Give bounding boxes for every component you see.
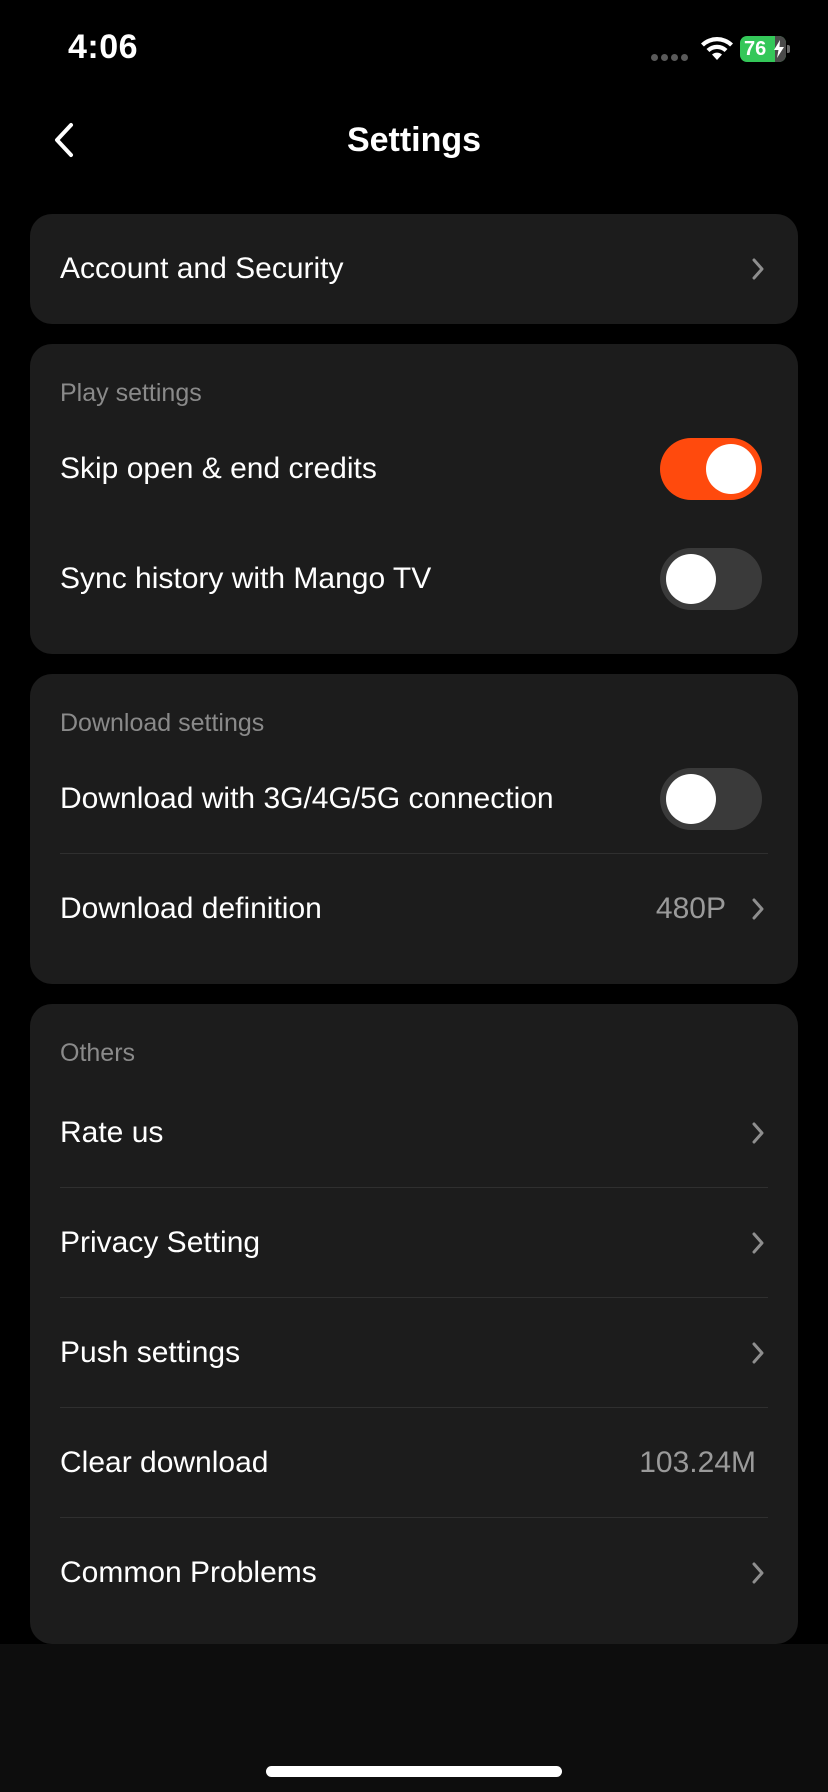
common-problems-row[interactable]: Common Problems [30,1518,798,1628]
toggle-knob [666,554,716,604]
charging-bolt-icon [774,40,784,58]
skip-credits-row: Skip open & end credits [30,414,798,524]
download-definition-label: Download definition [60,892,322,925]
sync-history-row: Sync history with Mango TV [30,524,798,634]
battery-level: 76 [744,38,767,60]
skip-credits-toggle[interactable] [660,438,762,500]
section-label-others: Others [60,1039,136,1067]
chevron-right-icon [752,1342,764,1364]
account-security-row[interactable]: Account and Security [30,214,798,324]
chevron-right-icon [752,1232,764,1254]
section-label-play: Play settings [60,379,202,407]
download-settings-card: Download settings Download with 3G/4G/5G… [30,674,798,984]
account-card: Account and Security [30,214,798,324]
common-problems-label: Common Problems [60,1556,317,1589]
privacy-setting-row[interactable]: Privacy Setting [30,1188,798,1298]
chevron-right-icon [752,898,764,920]
cellular-download-label: Download with 3G/4G/5G connection [60,782,554,815]
chevron-right-icon [752,1562,764,1584]
rate-us-row[interactable]: Rate us [30,1078,798,1188]
battery-icon: 76 [740,36,790,62]
chevron-right-icon [752,1122,764,1144]
toggle-knob [666,774,716,824]
cellular-download-row: Download with 3G/4G/5G connection [30,744,798,854]
download-definition-row[interactable]: Download definition 480P [30,854,798,964]
home-indicator[interactable] [266,1766,562,1777]
play-settings-card: Play settings Skip open & end credits Sy… [30,344,798,654]
sync-history-toggle[interactable] [660,548,762,610]
cellular-signal-icon [651,54,688,61]
clear-download-label: Clear download [60,1446,269,1479]
push-settings-label: Push settings [60,1336,241,1369]
status-bar: 4:06 76 [0,0,828,100]
status-time: 4:06 [68,28,139,66]
account-security-label: Account and Security [60,252,344,285]
sync-history-label: Sync history with Mango TV [60,562,432,595]
wifi-icon [701,37,733,60]
section-label-download: Download settings [60,709,265,737]
page-title: Settings [346,121,482,159]
push-settings-row[interactable]: Push settings [30,1298,798,1408]
others-card: Others Rate us Privacy Setting Push sett… [30,1004,798,1644]
clear-download-size: 103.24M [639,1446,756,1479]
skip-credits-label: Skip open & end credits [60,452,377,485]
chevron-right-icon [752,258,764,280]
rate-us-label: Rate us [60,1116,164,1149]
toggle-knob [706,444,756,494]
clear-download-row[interactable]: Clear download 103.24M [30,1408,798,1518]
download-definition-value: 480P [655,892,726,925]
privacy-setting-label: Privacy Setting [60,1226,261,1259]
cellular-download-toggle[interactable] [660,768,762,830]
